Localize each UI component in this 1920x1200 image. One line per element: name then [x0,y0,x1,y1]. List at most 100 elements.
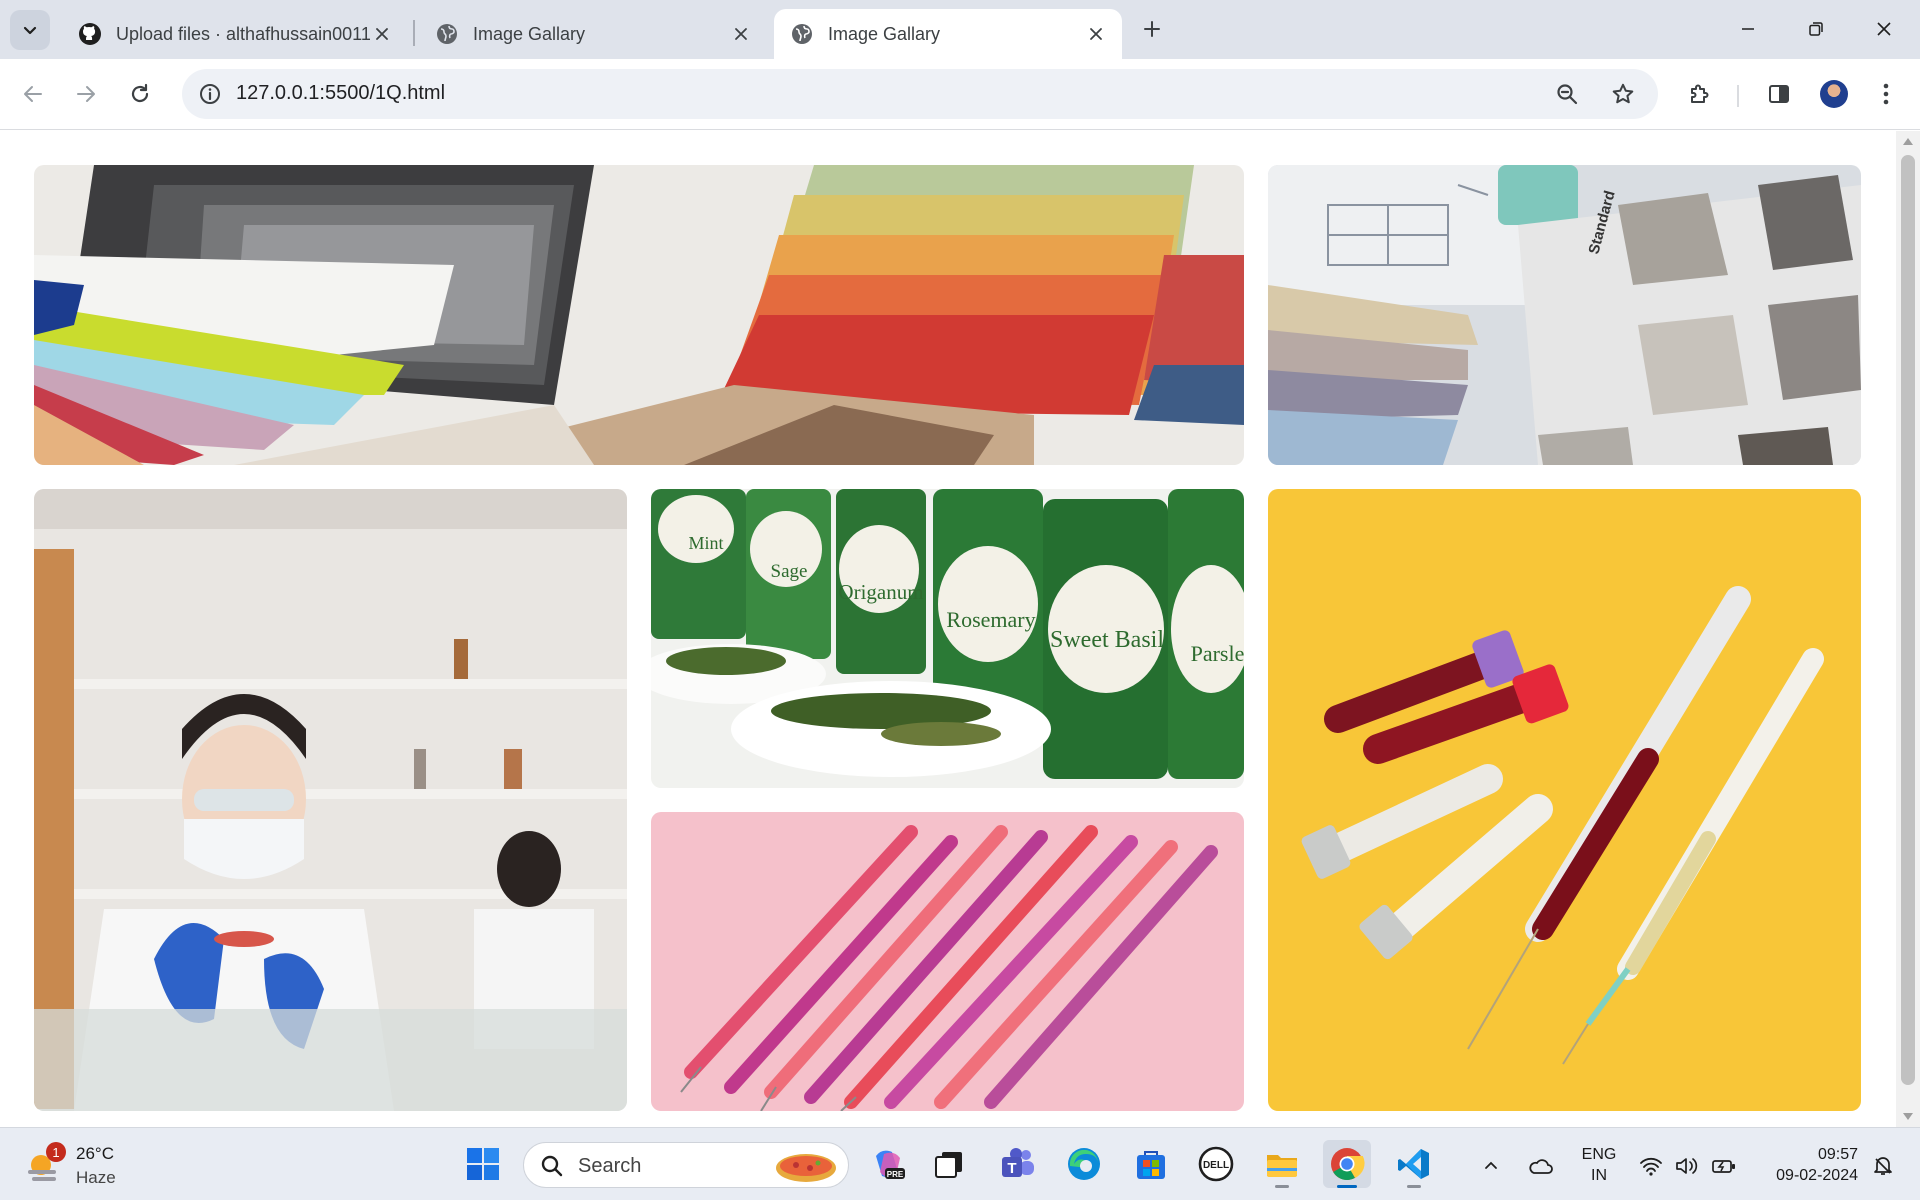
close-tab-icon[interactable] [1084,22,1108,46]
taskbar-task-view[interactable] [925,1140,973,1188]
taskbar-file-explorer[interactable] [1258,1140,1306,1188]
jar-label-4: Rosemary [946,607,1035,632]
edge-icon [1068,1148,1100,1180]
volume-tray[interactable] [1672,1142,1702,1190]
search-label: Search [578,1155,642,1177]
reload-icon [131,83,149,103]
taskbar-vscode[interactable] [1390,1140,1438,1188]
notification-bell-icon [1874,1157,1892,1175]
address-bar[interactable]: 127.0.0.1:5500/1Q.html [182,69,1658,119]
eraser [1498,165,1578,225]
close-icon [1877,22,1891,36]
colored-fabric-stack [714,165,1244,425]
vscode-icon [1398,1149,1429,1179]
gallery-image-spice-jars[interactable]: Mint Sage Origanum Rosemary Sweet Basil … [651,489,1244,788]
windows-taskbar: 1 26°C Haze Search PRE T DELL ENG IN 09:… [0,1127,1920,1200]
restore-button[interactable] [1793,10,1839,48]
jar-label-6: Parsley [1191,641,1244,666]
jar-label-5: Sweet Basil [1050,627,1164,653]
close-tab-icon[interactable] [729,22,753,46]
gallery-image-material-samples[interactable]: Standard [1268,165,1861,465]
gallery-image-blood-samples[interactable] [1268,489,1861,1111]
blueprint-sheet [1268,165,1528,305]
dell-icon: DELL [1198,1146,1234,1182]
profile-avatar[interactable] [1820,80,1848,108]
taskbar-copilot[interactable]: PRE [864,1140,912,1188]
extensions-button[interactable] [1680,75,1718,113]
running-indicator [1407,1185,1421,1188]
taskbar-chrome[interactable] [1323,1140,1371,1188]
tab-search-button[interactable] [10,10,50,50]
search-highlight-pizza-icon [776,1154,836,1182]
taskbar-dell[interactable]: DELL [1192,1140,1240,1188]
gallery-image-syringes-pink[interactable] [651,812,1244,1111]
scroll-down-arrow-icon[interactable] [1902,1111,1914,1121]
chevron-down-icon [23,26,37,35]
speaker-icon [1676,1158,1698,1174]
start-button[interactable] [459,1140,507,1188]
taskbar-edge[interactable] [1060,1140,1108,1188]
region-code: IN [1591,1167,1607,1184]
lab-bench [34,1009,627,1111]
taskbar-clock[interactable]: 09:57 09-02-2024 [1756,1144,1858,1186]
notification-center[interactable] [1868,1142,1898,1190]
folder-icon [1267,1155,1297,1177]
side-panel-button[interactable] [1760,75,1798,113]
svg-text:T: T [1007,1160,1016,1177]
new-tab-button[interactable] [1137,14,1167,44]
close-window-button[interactable] [1861,10,1907,48]
puzzle-icon [1691,84,1709,103]
scroll-thumb[interactable] [1901,155,1915,1085]
weather-temperature: 26°C [76,1144,114,1163]
weather-condition: Haze [76,1168,116,1187]
page-viewport: Standard Mint Sage Origanum Rosemary Swe… [0,131,1896,1127]
tab-title: Upload files · althafhussain0011 [116,23,370,44]
side-panel-icon [1769,85,1789,103]
svg-text:DELL: DELL [1203,1160,1229,1171]
scroll-up-arrow-icon[interactable] [1902,137,1914,147]
url-text[interactable]: 127.0.0.1:5500/1Q.html [236,82,445,105]
zoom-icon[interactable] [1550,77,1584,111]
battery-charging-icon [1712,1160,1735,1173]
globe-icon [435,22,459,46]
show-hidden-icons-button[interactable] [1478,1142,1504,1190]
close-tab-icon[interactable] [370,22,394,46]
forward-button[interactable] [67,75,105,113]
page-scrollbar[interactable] [1896,131,1920,1127]
chrome-icon [1331,1148,1365,1181]
back-button[interactable] [14,75,52,113]
wifi-tray[interactable] [1636,1142,1666,1190]
teams-icon: T [1002,1148,1034,1177]
taskbar-store[interactable] [1127,1140,1175,1188]
site-info-icon[interactable] [192,76,228,112]
input-language[interactable]: ENG IN [1578,1144,1620,1186]
browser-menu-button[interactable] [1867,75,1905,113]
onedrive-tray[interactable] [1522,1142,1558,1190]
weather-widget[interactable]: 1 26°C Haze [26,1142,136,1190]
gallery-image-lab-scientist[interactable] [34,489,627,1111]
battery-tray[interactable] [1709,1142,1739,1190]
taskbar-search[interactable]: Search [523,1142,849,1188]
tab-strip: Upload files · althafhussain0011 Image G… [0,0,1920,59]
jar-label-3: Origanum [838,580,923,604]
jar-label-2: Sage [771,561,808,582]
cloud-icon [1529,1159,1553,1174]
plus-icon [1144,21,1160,37]
image-gallery: Standard Mint Sage Origanum Rosemary Swe… [34,165,1862,1113]
copilot-icon: PRE [876,1150,905,1179]
kebab-menu-icon [1883,83,1889,105]
globe-icon [790,22,814,46]
jar-label-1: Mint [688,533,723,553]
wifi-icon [1640,1157,1662,1176]
gallery-image-fabric-swatches[interactable] [34,165,1244,465]
paint-fan-deck [1268,285,1478,465]
tab-image-gallary-active[interactable]: Image Gallary [774,9,1122,59]
tab-upload-files[interactable]: Upload files · althafhussain0011 [62,9,408,59]
taskbar-teams[interactable]: T [994,1140,1042,1188]
svg-text:PRE: PRE [887,1170,904,1179]
minimize-button[interactable] [1725,10,1771,48]
bookmark-star-icon[interactable] [1606,77,1640,111]
reload-button[interactable] [121,75,159,113]
store-icon [1137,1151,1165,1179]
tab-image-gallary-1[interactable]: Image Gallary [419,9,767,59]
